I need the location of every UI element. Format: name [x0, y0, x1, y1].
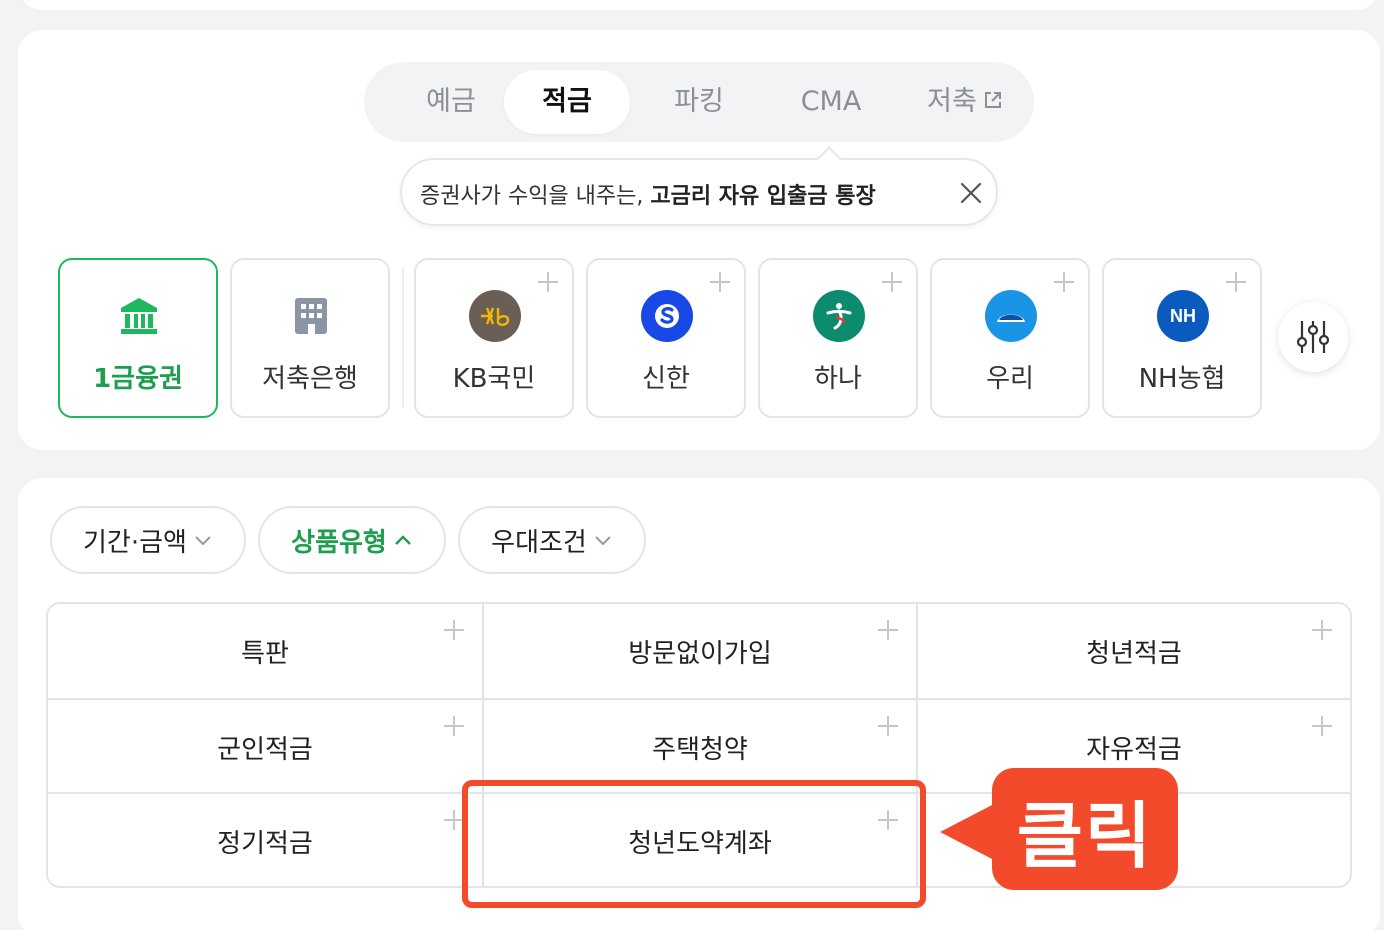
- tab-cma[interactable]: CMA: [774, 70, 888, 134]
- product-type-fixed-savings[interactable]: 정기적금: [48, 794, 482, 886]
- product-tab-bar: 예금 적금 파킹 CMA 저축: [364, 62, 1034, 142]
- plus-icon: [444, 716, 464, 736]
- tooltip-prefix: 증권사가 수익을 내주는,: [420, 184, 651, 209]
- plus-icon: [882, 272, 902, 292]
- product-type-special[interactable]: 특판: [48, 604, 482, 698]
- bank-label: 하나: [814, 364, 862, 394]
- click-callout: 클릭: [992, 768, 1178, 890]
- filter-settings-button[interactable]: [1278, 302, 1348, 372]
- tab-deposit[interactable]: 예금: [396, 70, 506, 134]
- bank-filter-first-tier[interactable]: 1금융권: [58, 258, 218, 418]
- plus-icon: [444, 810, 464, 830]
- chip-label: 상품유형: [291, 527, 387, 558]
- filter-chip-product-type[interactable]: 상품유형: [258, 506, 446, 574]
- woori-logo-icon: [985, 290, 1037, 342]
- bank-label: 저축은행: [262, 364, 358, 394]
- filter-chip-benefit-conditions[interactable]: 우대조건: [458, 506, 646, 574]
- plus-icon: [878, 810, 898, 830]
- chevron-down-icon: [595, 536, 611, 546]
- shinhan-logo-icon: [641, 290, 693, 342]
- filter-chip-term-amount[interactable]: 기간·금액: [50, 506, 246, 574]
- cell-label: 청년도약계좌: [628, 828, 772, 859]
- kb-logo-icon: [469, 290, 521, 342]
- chip-label: 우대조건: [491, 527, 587, 558]
- plus-icon: [538, 272, 558, 292]
- bank-filter-savings-bank[interactable]: 저축은행: [230, 258, 390, 418]
- product-type-youth-savings[interactable]: 청년적금: [918, 604, 1350, 698]
- bank-label: 신한: [642, 364, 690, 394]
- cell-label: 주택청약: [652, 734, 748, 765]
- bank-label: 우리: [986, 364, 1034, 394]
- bank-filter-kb[interactable]: KB국민: [414, 258, 574, 418]
- sliders-icon: [1296, 321, 1330, 353]
- callout-label: 클릭: [1016, 793, 1154, 878]
- bank-filter-shinhan[interactable]: 신한: [586, 258, 746, 418]
- plus-icon: [1226, 272, 1246, 292]
- plus-icon: [878, 620, 898, 640]
- bank-label: KB국민: [452, 364, 536, 394]
- chevron-down-icon: [195, 536, 211, 546]
- cell-label: 청년적금: [1086, 638, 1182, 669]
- bank-divider: [402, 268, 404, 408]
- product-type-youth-leap-account[interactable]: 청년도약계좌: [484, 794, 916, 886]
- cell-label: 특판: [241, 638, 289, 669]
- plus-icon: [1312, 716, 1332, 736]
- external-link-icon: [984, 91, 1001, 108]
- tooltip-text: 증권사가 수익을 내주는, 고금리 자유 입출금 통장: [420, 178, 876, 210]
- plus-icon: [1054, 272, 1074, 292]
- previous-card-edge: [18, 0, 1380, 10]
- plus-icon: [444, 620, 464, 640]
- tab-parking[interactable]: 파킹: [644, 70, 754, 134]
- chip-label: 기간·금액: [83, 527, 187, 558]
- product-type-military[interactable]: 군인적금: [48, 700, 482, 794]
- plus-icon: [710, 272, 730, 292]
- cell-label: 정기적금: [217, 828, 313, 859]
- tab-saving-external[interactable]: 저축: [912, 70, 1018, 134]
- product-type-housing-subscription[interactable]: 주택청약: [484, 700, 916, 794]
- plus-icon: [1312, 620, 1332, 640]
- chevron-up-icon: [394, 535, 411, 545]
- bank-label: NH농협: [1138, 364, 1226, 394]
- close-icon[interactable]: [958, 180, 984, 206]
- plus-icon: [878, 716, 898, 736]
- callout-arrow: [940, 804, 994, 860]
- bank-building-icon: [113, 290, 165, 342]
- tab-savings[interactable]: 적금: [504, 70, 630, 134]
- bank-filter-woori[interactable]: 우리: [930, 258, 1090, 418]
- info-tooltip: 증권사가 수익을 내주는, 고금리 자유 입출금 통장: [400, 158, 998, 226]
- bank-filter-hana[interactable]: 하나: [758, 258, 918, 418]
- tab-saving-label: 저축: [927, 86, 977, 117]
- bank-filter-nh[interactable]: NH NH농협: [1102, 258, 1262, 418]
- bank-label: 1금융권: [93, 364, 183, 394]
- product-type-no-visit[interactable]: 방문없이가입: [484, 604, 916, 698]
- cell-label: 방문없이가입: [628, 638, 772, 669]
- nh-logo-icon: NH: [1157, 290, 1209, 342]
- office-building-icon: [285, 290, 337, 342]
- tooltip-emphasis: 고금리 자유 입출금 통장: [650, 184, 876, 209]
- nh-logo-text: NH: [1170, 305, 1196, 326]
- cell-label: 자유적금: [1086, 734, 1182, 765]
- hana-logo-icon: [813, 290, 865, 342]
- cell-label: 군인적금: [217, 734, 313, 765]
